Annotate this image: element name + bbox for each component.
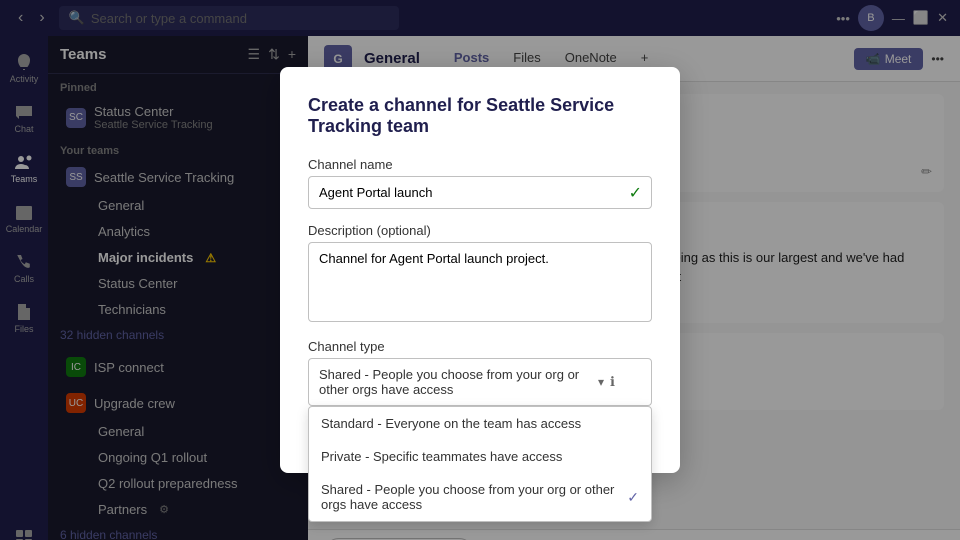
dropdown-shared-label: Shared - People you choose from your org… (321, 482, 627, 512)
channel-type-info-icon: ℹ (610, 374, 615, 390)
channel-type-label: Channel type (308, 339, 652, 354)
channel-type-select-wrapper: Shared - People you choose from your org… (308, 358, 652, 406)
description-textarea[interactable]: Channel for Agent Portal launch project. (308, 242, 652, 322)
dialog-title: Create a channel for Seattle Service Tra… (308, 95, 652, 137)
dropdown-standard-label: Standard - Everyone on the team has acce… (321, 416, 581, 431)
channel-name-check-icon: ✓ (629, 183, 642, 203)
dropdown-shared-check-icon: ✓ (627, 489, 639, 506)
dropdown-option-standard[interactable]: Standard - Everyone on the team has acce… (309, 407, 651, 440)
description-label: Description (optional) (308, 223, 652, 238)
channel-name-input[interactable] (308, 176, 652, 209)
channel-type-select[interactable]: Shared - People you choose from your org… (308, 358, 652, 406)
channel-type-dropdown: Standard - Everyone on the team has acce… (308, 406, 652, 522)
channel-name-field-wrapper: ✓ (308, 176, 652, 209)
dialog-overlay: Create a channel for Seattle Service Tra… (0, 0, 960, 540)
channel-type-selected-text: Shared - People you choose from your org… (319, 367, 598, 397)
chevron-down-icon: ▾ (598, 375, 604, 389)
dropdown-option-shared[interactable]: Shared - People you choose from your org… (309, 473, 651, 521)
dropdown-option-private[interactable]: Private - Specific teammates have access (309, 440, 651, 473)
dropdown-private-label: Private - Specific teammates have access (321, 449, 562, 464)
create-channel-dialog: Create a channel for Seattle Service Tra… (280, 67, 680, 473)
channel-name-label: Channel name (308, 157, 652, 172)
